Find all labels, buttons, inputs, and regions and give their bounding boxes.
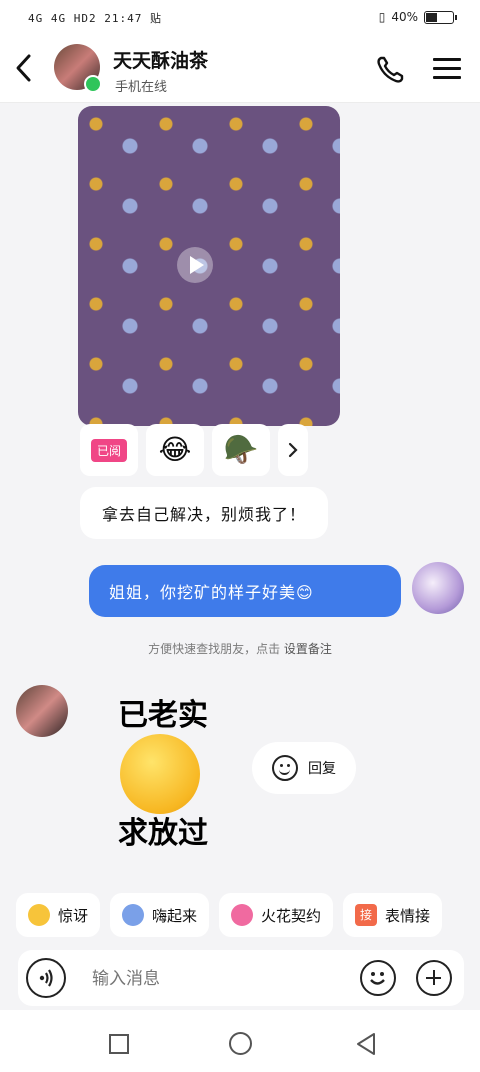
pleading-face-icon [120, 734, 200, 814]
character-icon [122, 904, 145, 926]
read-chip[interactable]: 已阅 [80, 424, 138, 476]
laughing-emoji-icon: 😂 [158, 433, 192, 466]
status-bar: 4G 4G HD2 21:47 贴 ▯ 40% [0, 0, 480, 36]
chat-header: 天天酥油茶 手机在线 [0, 36, 480, 103]
message-input-bar [18, 950, 464, 1006]
home-circle-icon[interactable] [229, 1032, 252, 1055]
quick-action-hype[interactable]: 嗨起来 [110, 893, 210, 937]
phone-icon[interactable] [374, 54, 406, 86]
reaction-chip-laugh[interactable]: 😂 [146, 424, 204, 476]
quick-action-label: 火花契约 [261, 906, 322, 925]
quick-action-emoji-relay[interactable]: 接 表情接 [343, 893, 443, 937]
quick-actions-bar: 惊讶 嗨起来 火花契约 接 表情接 [16, 893, 480, 937]
sticker-message[interactable]: 已老实 求放过 [98, 690, 228, 851]
more-reactions-button[interactable] [278, 424, 308, 476]
incoming-message-bubble[interactable]: 拿去自己解决，别烦我了！ [80, 487, 329, 539]
quick-action-surprised[interactable]: 惊讶 [16, 893, 101, 937]
status-left: 4G 4G HD2 21:47 贴 [28, 12, 162, 25]
recent-apps-square-icon[interactable] [109, 1034, 129, 1054]
status-right: ▯ 40% [378, 10, 457, 24]
quick-action-label: 表情接 [385, 906, 431, 925]
system-nav-bar [0, 1010, 480, 1072]
relay-badge-icon: 接 [355, 904, 378, 926]
my-avatar[interactable] [412, 562, 464, 614]
back-triangle-icon[interactable] [354, 1031, 378, 1057]
chevron-right-icon [288, 442, 298, 458]
menu-icon[interactable] [433, 58, 461, 80]
outgoing-message-text: 姐姐，你挖矿的样子好美😊 [109, 583, 314, 602]
incoming-message-text: 拿去自己解决，别烦我了！ [102, 505, 307, 524]
video-reaction-chips: 已阅 😂 🪖 [80, 424, 308, 476]
reply-label: 回复 [308, 761, 336, 777]
reply-button[interactable]: 回复 [252, 742, 356, 794]
online-status-dot [84, 75, 102, 93]
remark-hint: 方便快速查找朋友，点击 设置备注 [0, 640, 480, 657]
smile-icon [272, 755, 298, 781]
battery-icon [424, 10, 457, 24]
plus-icon[interactable] [416, 960, 452, 996]
sticker-top-text: 已老实 [118, 698, 208, 733]
helmet-emoji-icon: 🪖 [223, 433, 259, 466]
online-status-text: 手机在线 [115, 80, 168, 95]
flame-icon [231, 904, 254, 926]
message-input[interactable] [90, 968, 344, 990]
vibrate-icon: ▯ [378, 10, 386, 24]
emoji-smile-icon[interactable] [360, 960, 396, 996]
sticker-bottom-text: 求放过 [118, 816, 208, 851]
set-remark-link[interactable]: 设置备注 [284, 642, 332, 656]
quick-action-spark-contract[interactable]: 火花契约 [219, 893, 334, 937]
contact-avatar-small[interactable] [16, 685, 68, 737]
quick-action-label: 嗨起来 [152, 906, 198, 925]
battery-percent: 40% [391, 10, 418, 24]
remark-hint-text: 方便快速查找朋友，点击 [148, 642, 281, 656]
play-icon[interactable] [176, 246, 214, 284]
read-badge: 已阅 [90, 438, 127, 462]
voice-wave-icon[interactable] [26, 958, 66, 998]
surprised-face-icon [28, 904, 50, 926]
back-chevron-icon[interactable] [10, 50, 38, 86]
reaction-chip-helmet[interactable]: 🪖 [212, 424, 270, 476]
outgoing-message-bubble[interactable]: 姐姐，你挖矿的样子好美😊 [89, 565, 401, 617]
contact-name[interactable]: 天天酥油茶 [113, 46, 208, 73]
quick-action-label: 惊讶 [58, 906, 89, 925]
